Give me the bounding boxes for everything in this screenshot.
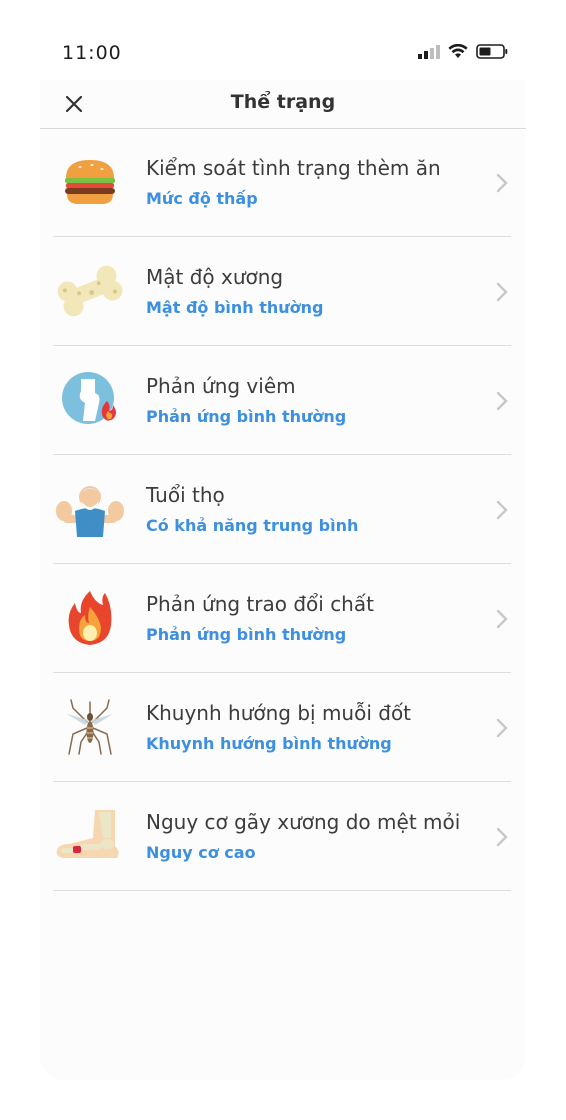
foot-bone-icon: [53, 806, 127, 866]
item-status: Khuynh hướng bình thường: [146, 734, 392, 753]
system-icons: [418, 44, 508, 59]
status-time: 11:00: [62, 42, 122, 64]
trait-list: Kiểm soát tình trạng thèm ăn Mức độ thấp: [53, 128, 511, 891]
page-title: Thể trạng: [230, 91, 336, 113]
list-item-stress-fracture[interactable]: Nguy cơ gãy xương do mệt mỏi Nguy cơ cao: [53, 782, 511, 891]
chevron-right-icon: [496, 609, 508, 629]
chevron-right-icon: [496, 718, 508, 738]
chevron-right-icon: [496, 500, 508, 520]
chevron-right-icon: [496, 391, 508, 411]
list-item-appetite-control[interactable]: Kiểm soát tình trạng thèm ăn Mức độ thấp: [53, 128, 511, 237]
item-status: Có khả năng trung bình: [146, 516, 359, 535]
list-item-longevity[interactable]: Tuổi thọ Có khả năng trung bình: [53, 455, 511, 564]
fire-icon: [53, 588, 127, 648]
item-status: Nguy cơ cao: [146, 843, 256, 862]
status-bar: 11:00: [0, 0, 566, 80]
chevron-right-icon: [496, 282, 508, 302]
health-traits-panel: Thể trạng Kiểm soát tình trạng thèm ăn M…: [40, 80, 526, 1080]
item-status: Phản ứng bình thường: [146, 625, 347, 644]
list-item-inflammation[interactable]: Phản ứng viêm Phản ứng bình thường: [53, 346, 511, 455]
chevron-right-icon: [496, 827, 508, 847]
wifi-icon: [448, 44, 468, 58]
item-title: Nguy cơ gãy xương do mệt mỏi: [146, 810, 461, 834]
item-status: Phản ứng bình thường: [146, 407, 347, 426]
list-item-mosquito-bites[interactable]: Khuynh hướng bị muỗi đốt Khuynh hướng bì…: [53, 673, 511, 782]
elderly-man-icon: [53, 479, 127, 539]
list-item-bone-density[interactable]: Mật độ xương Mật độ bình thường: [53, 237, 511, 346]
item-title: Tuổi thọ: [146, 483, 225, 507]
signal-icon: [418, 44, 440, 59]
battery-icon: [476, 44, 508, 59]
mosquito-icon: [53, 697, 127, 757]
navigation-bar: Thể trạng: [40, 80, 526, 129]
item-status: Mức độ thấp: [146, 189, 258, 208]
item-title: Kiểm soát tình trạng thèm ăn: [146, 156, 441, 180]
list-item-metabolism[interactable]: Phản ứng trao đổi chất Phản ứng bình thư…: [53, 564, 511, 673]
item-title: Khuynh hướng bị muỗi đốt: [146, 701, 412, 725]
item-title: Phản ứng trao đổi chất: [146, 592, 374, 616]
inflamed-joint-icon: [53, 370, 127, 430]
item-status: Mật độ bình thường: [146, 298, 324, 317]
item-title: Mật độ xương: [146, 265, 284, 289]
bone-icon: [53, 261, 127, 321]
item-title: Phản ứng viêm: [146, 374, 296, 398]
burger-icon: [53, 152, 127, 212]
chevron-right-icon: [496, 173, 508, 193]
